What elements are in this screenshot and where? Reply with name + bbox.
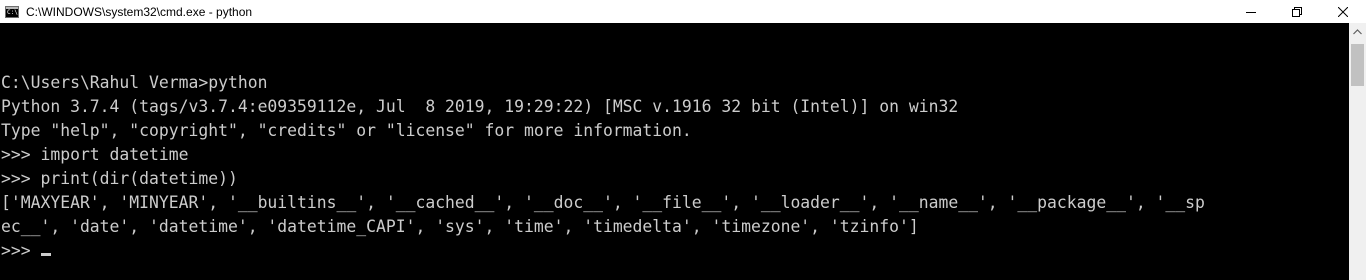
window-title: C:\WINDOWS\system32\cmd.exe - python (26, 4, 253, 19)
console-line: >>> import datetime (1, 145, 189, 164)
text-cursor (41, 253, 52, 256)
console-line: C:\Users\Rahul Verma>python (1, 73, 268, 92)
minimize-button[interactable] (1228, 0, 1274, 23)
window-controls (1228, 0, 1366, 23)
scrollbar-thumb[interactable] (1351, 44, 1364, 86)
console-lines: C:\Users\Rahul Verma>python Python 3.7.4… (1, 71, 1205, 263)
console-line: >>> print(dir(datetime)) (1, 169, 238, 188)
cmd-window: C:\ C:\WINDOWS\system32\cmd.exe - python (0, 0, 1366, 280)
minimize-icon (1246, 11, 1256, 13)
console-line: ['MAXYEAR', 'MINYEAR', '__builtins__', '… (1, 193, 1205, 212)
console-line: Python 3.7.4 (tags/v3.7.4:e09359112e, Ju… (1, 97, 959, 116)
title-bar[interactable]: C:\ C:\WINDOWS\system32\cmd.exe - python (0, 0, 1366, 23)
scroll-up-button[interactable] (1349, 23, 1366, 40)
console-line: Type "help", "copyright", "credits" or "… (1, 121, 692, 140)
cmd-icon[interactable]: C:\ (5, 5, 19, 18)
maximize-icon (1292, 6, 1302, 17)
chevron-up-icon (1353, 28, 1362, 34)
vertical-scrollbar[interactable] (1349, 23, 1366, 280)
prompt: >>> (1, 241, 41, 260)
close-icon (1338, 6, 1348, 17)
input-line[interactable]: >>> (1, 239, 1205, 263)
maximize-button[interactable] (1274, 0, 1320, 23)
console-output[interactable]: C:\Users\Rahul Verma>python Python 3.7.4… (0, 23, 1349, 280)
close-button[interactable] (1320, 0, 1366, 23)
console-line: ec__', 'date', 'datetime', 'datetime_CAP… (1, 217, 919, 236)
